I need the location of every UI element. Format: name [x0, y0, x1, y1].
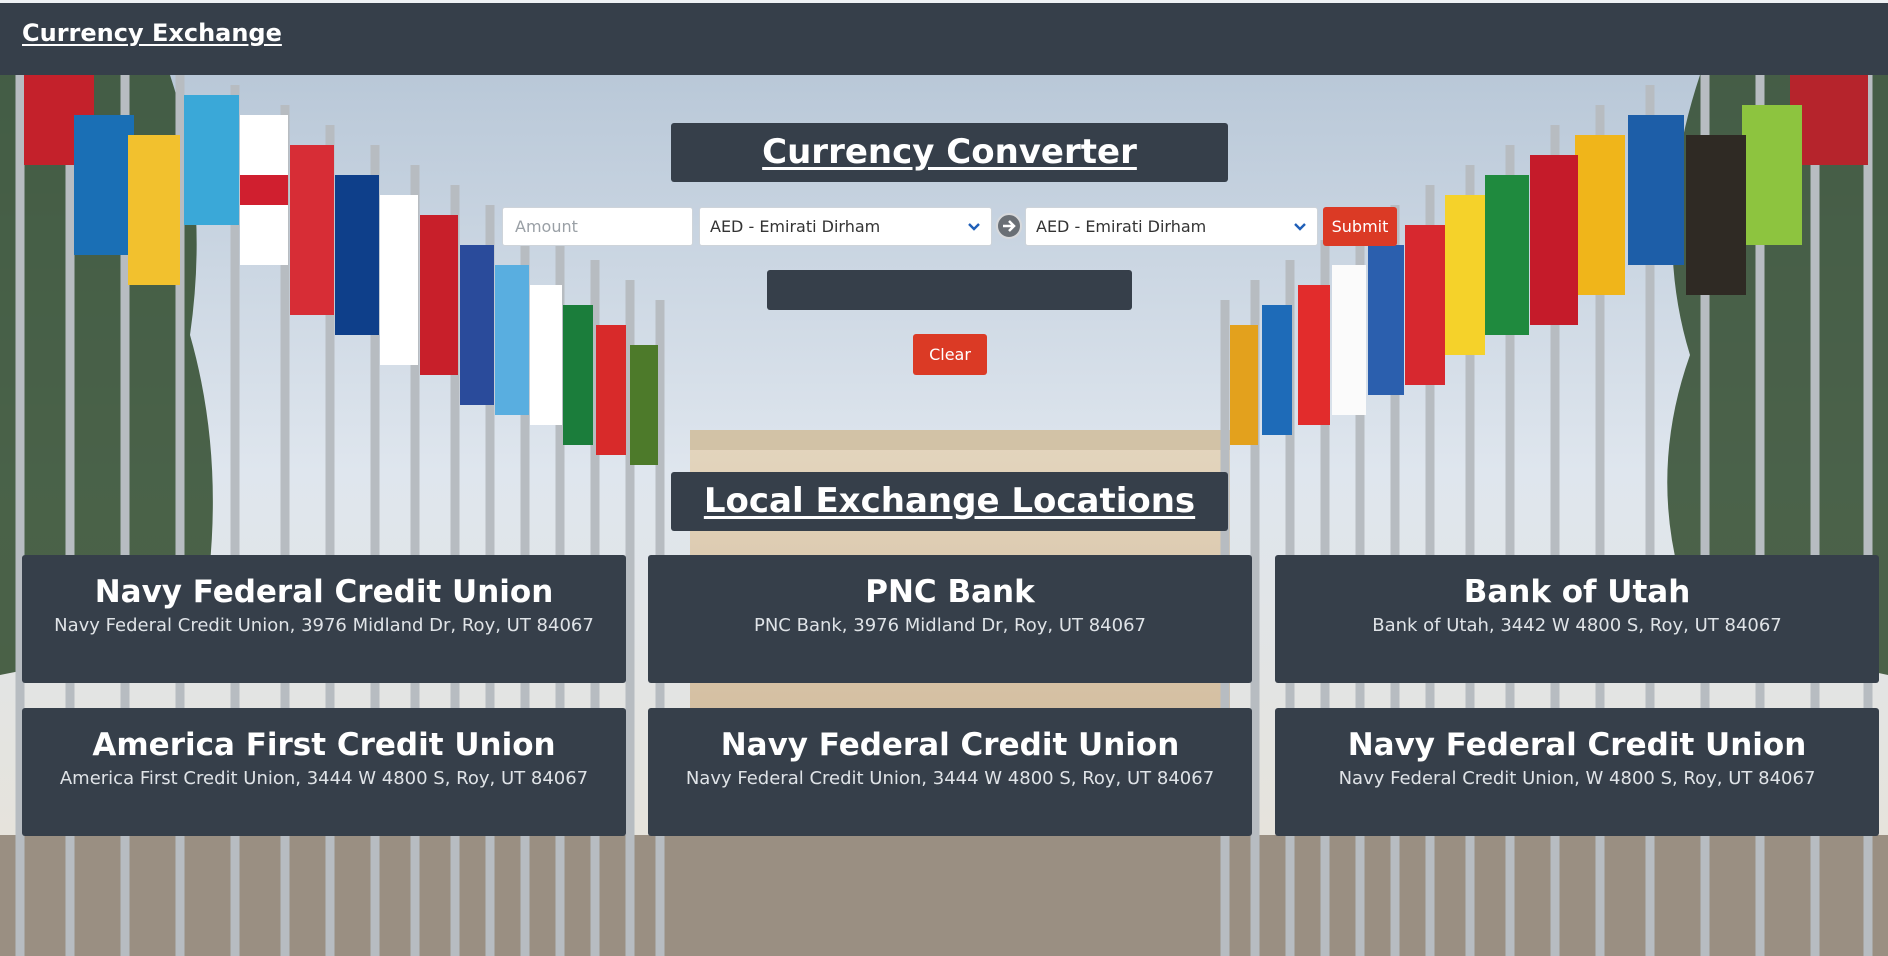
location-card: America First Credit Union America First… — [22, 708, 626, 836]
brand-link[interactable]: Currency Exchange — [22, 19, 282, 47]
location-address: PNC Bank, 3976 Midland Dr, Roy, UT 84067 — [753, 615, 1146, 636]
location-name: Navy Federal Credit Union — [1347, 727, 1807, 763]
location-name: Navy Federal Credit Union — [94, 574, 554, 610]
location-card: Bank of Utah Bank of Utah, 3442 W 4800 S… — [1275, 555, 1879, 683]
arrow-right-circle-icon — [996, 213, 1022, 239]
location-name: PNC Bank — [865, 574, 1035, 610]
conversion-result — [767, 270, 1132, 310]
location-address: Navy Federal Credit Union, 3976 Midland … — [54, 615, 594, 636]
location-address: Navy Federal Credit Union, 3444 W 4800 S… — [685, 768, 1215, 789]
amount-input[interactable]: Amount — [502, 207, 693, 246]
submit-button[interactable]: Submit — [1323, 207, 1397, 246]
navbar: Currency Exchange — [0, 0, 1888, 75]
location-card: PNC Bank PNC Bank, 3976 Midland Dr, Roy,… — [648, 555, 1252, 683]
location-card: Navy Federal Credit Union Navy Federal C… — [648, 708, 1252, 836]
location-address: America First Credit Union, 3444 W 4800 … — [59, 768, 589, 789]
location-address: Bank of Utah, 3442 W 4800 S, Roy, UT 840… — [1372, 615, 1782, 636]
from-currency-select[interactable]: AED - Emirati Dirham — [699, 207, 992, 246]
chevron-down-icon — [968, 223, 980, 231]
location-card: Navy Federal Credit Union Navy Federal C… — [22, 555, 626, 683]
location-address: Navy Federal Credit Union, W 4800 S, Roy… — [1338, 768, 1816, 789]
locations-title: Local Exchange Locations — [671, 472, 1228, 531]
location-card: Navy Federal Credit Union Navy Federal C… — [1275, 708, 1879, 836]
converter-title: Currency Converter — [671, 123, 1228, 182]
location-name: Bank of Utah — [1463, 574, 1691, 610]
clear-button[interactable]: Clear — [913, 334, 987, 375]
location-name: America First Credit Union — [92, 727, 556, 763]
location-name: Navy Federal Credit Union — [720, 727, 1180, 763]
to-currency-select[interactable]: AED - Emirati Dirham — [1025, 207, 1318, 246]
from-currency-value: AED - Emirati Dirham — [710, 217, 881, 236]
chevron-down-icon — [1294, 223, 1306, 231]
to-currency-value: AED - Emirati Dirham — [1036, 217, 1207, 236]
